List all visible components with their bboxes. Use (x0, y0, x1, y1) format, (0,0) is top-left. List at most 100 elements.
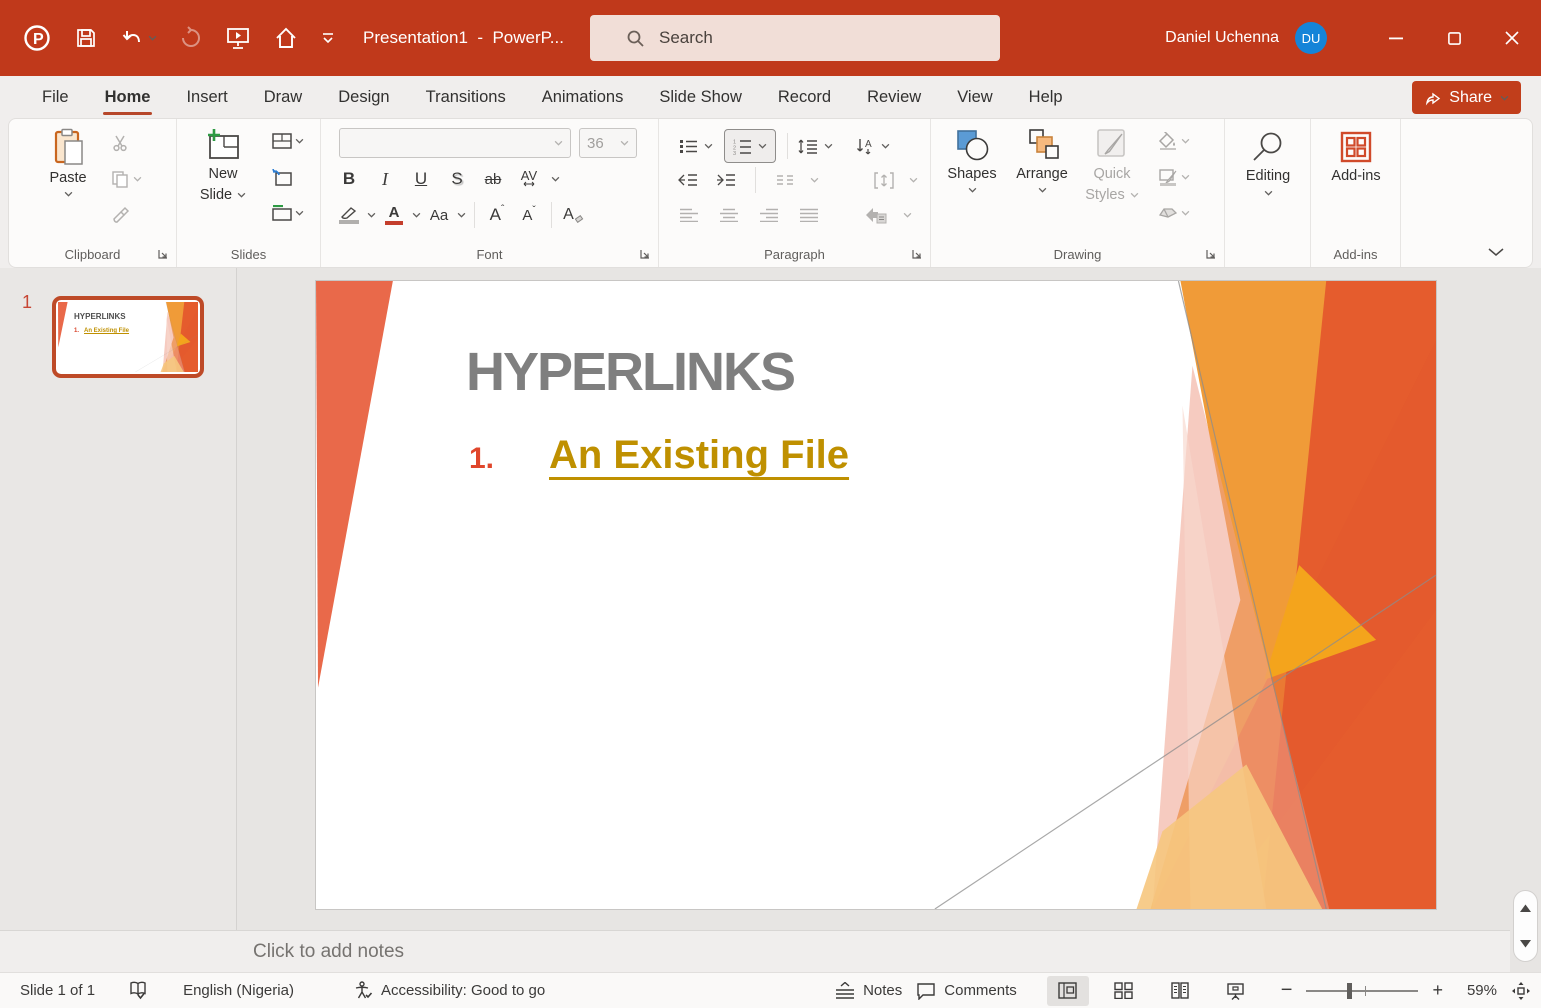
slide-hyperlink[interactable]: An Existing File (549, 433, 849, 478)
increase-font-size-button[interactable]: Aˆ (483, 201, 511, 229)
maximize-button[interactable] (1425, 0, 1483, 76)
align-right-button[interactable] (755, 203, 781, 227)
tab-slide-show[interactable]: Slide Show (645, 76, 756, 118)
user-name[interactable]: Daniel Uchenna (1165, 29, 1279, 47)
font-color-button[interactable]: A (380, 201, 408, 229)
underline-button[interactable]: U (407, 165, 435, 193)
character-spacing-button[interactable]: AV (515, 165, 543, 193)
smartart-chevron-icon[interactable] (903, 212, 912, 218)
slide-indicator[interactable]: Slide 1 of 1 (20, 982, 95, 999)
justify-button[interactable] (795, 203, 821, 227)
accessibility-checker[interactable]: Accessibility: Good to go (354, 981, 545, 1000)
slide-canvas[interactable]: HYPERLINKS 1. An Existing File (315, 280, 1437, 910)
reset-slide-button[interactable] (269, 165, 295, 189)
align-text-button[interactable] (871, 168, 897, 192)
arrange-button[interactable]: Arrange (1009, 119, 1075, 193)
language-indicator[interactable]: English (Nigeria) (183, 982, 294, 999)
shape-fill-chevron-icon[interactable] (1181, 138, 1190, 144)
format-painter-button[interactable] (107, 203, 133, 227)
section-chevron-icon[interactable] (295, 210, 304, 216)
shape-effects-button[interactable] (1155, 201, 1181, 225)
columns-chevron-icon[interactable] (810, 177, 819, 183)
decrease-font-size-button[interactable]: Aˇ (515, 201, 543, 229)
zoom-out-button[interactable]: − (1281, 979, 1293, 1002)
new-slide-button[interactable]: New Slide (191, 119, 255, 204)
redo-icon[interactable] (179, 26, 203, 50)
zoom-level[interactable]: 59% (1457, 982, 1497, 999)
powerpoint-logo-icon[interactable]: P (22, 23, 52, 53)
shape-outline-chevron-icon[interactable] (1181, 174, 1190, 180)
align-text-chevron-icon[interactable] (909, 177, 918, 183)
change-case-button[interactable]: Aa (425, 201, 453, 229)
tab-review[interactable]: Review (853, 76, 935, 118)
tab-design[interactable]: Design (324, 76, 403, 118)
slideshow-from-start-icon[interactable] (225, 25, 251, 51)
bullets-button[interactable] (675, 134, 701, 158)
normal-view-button[interactable] (1046, 975, 1089, 1006)
tab-help[interactable]: Help (1015, 76, 1077, 118)
decrease-indent-button[interactable] (675, 168, 701, 192)
tab-transitions[interactable]: Transitions (412, 76, 520, 118)
shapes-button[interactable]: Shapes (941, 119, 1003, 193)
next-slide-button[interactable] (1519, 939, 1532, 948)
zoom-in-button[interactable]: + (1432, 980, 1443, 1001)
character-spacing-chevron-icon[interactable] (551, 176, 560, 182)
clear-formatting-button[interactable]: A (560, 201, 588, 229)
section-button[interactable] (269, 201, 295, 225)
bullets-chevron-icon[interactable] (704, 143, 713, 149)
highlight-chevron-icon[interactable] (367, 212, 376, 218)
tab-record[interactable]: Record (764, 76, 845, 118)
vertical-scrollbar[interactable] (1510, 268, 1541, 972)
tab-home[interactable]: Home (91, 76, 165, 118)
paste-button[interactable]: Paste (37, 119, 99, 197)
search-box[interactable]: Search (590, 15, 1000, 61)
share-button[interactable]: Share (1412, 81, 1521, 114)
close-button[interactable] (1483, 0, 1541, 76)
slide-layout-button[interactable] (269, 129, 295, 153)
shape-effects-chevron-icon[interactable] (1181, 210, 1190, 216)
quick-styles-button[interactable]: Quick Styles (1079, 119, 1145, 204)
increase-indent-button[interactable] (713, 168, 739, 192)
fit-slide-to-window-button[interactable] (1511, 981, 1531, 1001)
layout-chevron-icon[interactable] (295, 138, 304, 144)
italic-button[interactable]: I (371, 165, 399, 193)
shape-outline-button[interactable] (1155, 165, 1181, 189)
paragraph-dialog-launcher-icon[interactable] (911, 248, 923, 260)
tab-view[interactable]: View (943, 76, 1006, 118)
avatar[interactable]: DU (1295, 22, 1327, 54)
text-direction-chevron-icon[interactable] (881, 143, 890, 149)
cut-button[interactable] (107, 131, 133, 155)
align-center-button[interactable] (715, 203, 741, 227)
previous-slide-button[interactable] (1519, 904, 1532, 913)
change-case-chevron-icon[interactable] (457, 212, 466, 218)
slide-thumbnail[interactable]: HYPERLINKS 1. An Existing File (52, 296, 204, 378)
notes-pane[interactable]: Click to add notes (0, 930, 1510, 972)
font-size-combobox[interactable]: 36 (579, 128, 637, 158)
tab-animations[interactable]: Animations (528, 76, 638, 118)
highlight-color-button[interactable] (335, 201, 363, 229)
shape-fill-button[interactable] (1155, 129, 1181, 153)
zoom-slider-handle[interactable] (1346, 982, 1352, 999)
save-icon[interactable] (74, 26, 98, 50)
columns-button[interactable] (772, 168, 798, 192)
strikethrough-button[interactable]: ab (479, 165, 507, 193)
notes-toggle-button[interactable]: Notes (835, 982, 902, 999)
bold-button[interactable]: B (335, 165, 363, 193)
slide-title[interactable]: HYPERLINKS (466, 341, 796, 403)
customize-toolbar-icon[interactable] (321, 32, 335, 44)
copy-button[interactable] (107, 167, 133, 191)
text-direction-button[interactable]: A (852, 134, 878, 158)
slide-sorter-view-button[interactable] (1103, 976, 1145, 1006)
comments-button[interactable]: Comments (916, 982, 1017, 1000)
minimize-button[interactable] (1367, 0, 1425, 76)
clipboard-dialog-launcher-icon[interactable] (157, 248, 169, 260)
text-shadow-button[interactable]: S (443, 165, 471, 193)
home-icon[interactable] (273, 25, 299, 51)
reading-view-button[interactable] (1159, 976, 1201, 1006)
numbering-button[interactable]: 123 (724, 129, 776, 163)
editing-button[interactable]: Editing (1237, 121, 1299, 196)
convert-to-smartart-button[interactable] (863, 203, 889, 227)
undo-button[interactable] (120, 26, 157, 50)
spellcheck-button[interactable] (129, 981, 149, 1000)
font-name-combobox[interactable] (339, 128, 571, 158)
